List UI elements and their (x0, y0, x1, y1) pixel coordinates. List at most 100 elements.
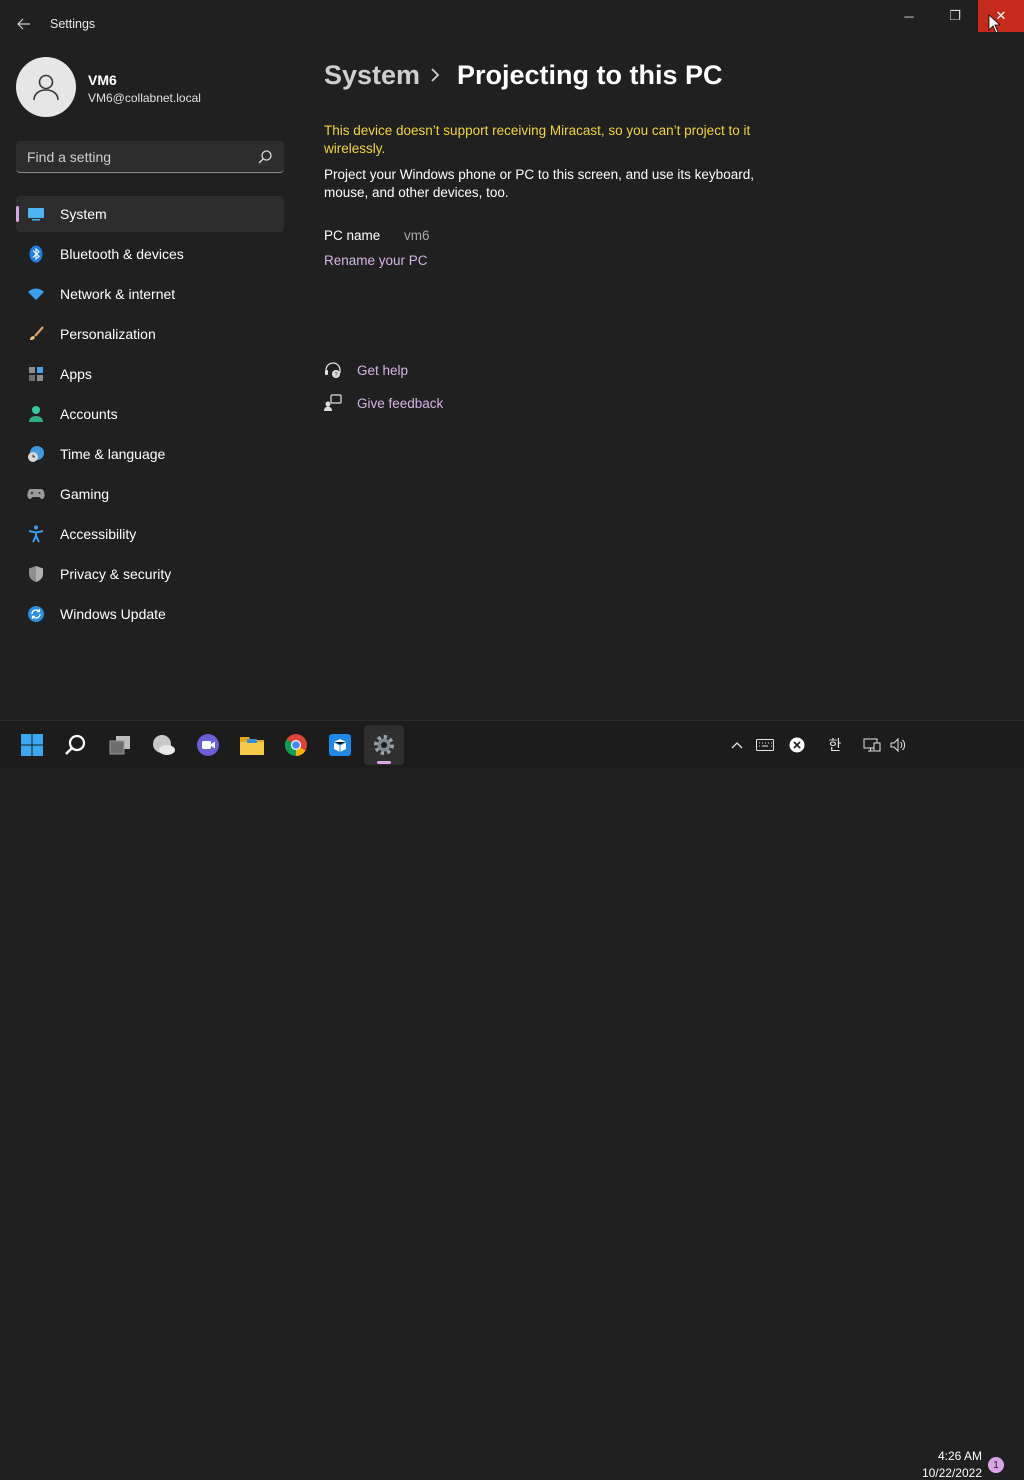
sidebar-item-label: Accessibility (60, 526, 137, 542)
keyboard-icon (756, 739, 774, 751)
network-icon (863, 738, 881, 752)
sidebar-item-label: Apps (60, 366, 92, 382)
get-help-label: Get help (357, 362, 409, 378)
chrome-icon (285, 734, 307, 756)
sidebar-item-label: Personalization (60, 326, 156, 342)
tray-error-button[interactable] (786, 733, 808, 757)
sidebar-item-privacy-security[interactable]: Privacy & security (16, 556, 284, 592)
widgets-button[interactable] (144, 725, 184, 765)
taskbar: 한 4:26 AM 10/22/2022 1 (0, 720, 1024, 1480)
accounts-icon (27, 405, 45, 423)
sidebar-nav: System Bluetooth & devices Network & int… (16, 196, 284, 636)
volume-button[interactable] (886, 733, 910, 757)
network-status-button[interactable] (860, 733, 884, 757)
search-icon[interactable] (257, 149, 273, 165)
chevron-up-icon (731, 742, 743, 749)
page-title: Projecting to this PC (457, 60, 723, 90)
file-explorer-button[interactable] (232, 725, 272, 765)
breadcrumb-system[interactable]: System (324, 60, 420, 91)
settings-window: Settings ─ ❐ ✕ VM6 VM6@collabnet.local F… (0, 0, 1024, 720)
search-box (16, 141, 284, 173)
taskbar-search-button[interactable] (56, 725, 96, 765)
minimize-button[interactable]: ─ (886, 0, 932, 32)
sidebar-item-apps[interactable]: Apps (16, 356, 284, 392)
gear-icon (374, 735, 394, 755)
give-feedback-label: Give feedback (357, 395, 444, 411)
pc-name-label: PC name (324, 228, 381, 243)
weather-widget-icon (153, 735, 175, 755)
error-circle-icon (789, 737, 805, 753)
chevron-right-icon (431, 68, 440, 82)
windows-update-icon (27, 605, 45, 623)
sidebar-item-label: Time & language (60, 446, 166, 462)
input-language-button[interactable]: 한 (824, 733, 846, 757)
sidebar-item-network[interactable]: Network & internet (16, 276, 284, 312)
maximize-button[interactable]: ❐ (932, 0, 978, 32)
back-button[interactable] (10, 12, 38, 36)
user-icon (33, 74, 59, 101)
accessibility-icon (27, 525, 45, 543)
chat-camera-icon (197, 734, 219, 756)
user-email: VM6@collabnet.local (88, 91, 201, 105)
back-arrow-icon (17, 18, 30, 30)
user-name: VM6 (88, 72, 117, 88)
close-button[interactable]: ✕ (978, 0, 1024, 32)
sidebar-item-system[interactable]: System (16, 196, 284, 232)
shield-icon (27, 565, 45, 583)
projection-description: Project your Windows phone or PC to this… (324, 167, 754, 200)
store-app-button[interactable] (320, 725, 360, 765)
notification-badge[interactable]: 1 (988, 1457, 1004, 1473)
sidebar-item-label: System (60, 206, 107, 222)
bluetooth-icon (27, 245, 45, 263)
avatar[interactable] (16, 57, 76, 117)
sidebar-item-personalization[interactable]: Personalization (16, 316, 284, 352)
search-input[interactable] (16, 141, 256, 172)
sidebar-item-windows-update[interactable]: Windows Update (16, 596, 284, 632)
sidebar-item-label: Network & internet (60, 286, 176, 302)
miracast-warning: This device doesn’t support receiving Mi… (324, 123, 751, 156)
input-language-label: 한 (828, 737, 842, 753)
teams-chat-button[interactable] (188, 725, 228, 765)
brush-icon (27, 325, 45, 343)
start-button[interactable] (12, 725, 52, 765)
help-icon: ? (325, 362, 341, 379)
sidebar-item-accessibility[interactable]: Accessibility (16, 516, 284, 552)
search-icon (65, 734, 86, 755)
pc-name-value: vm6 (404, 228, 430, 243)
restore-icon: ❐ (949, 8, 961, 23)
sidebar-item-accounts[interactable]: Accounts (16, 396, 284, 432)
taskbar-clock-time[interactable]: 4:26 AM (918, 1449, 982, 1463)
title-bar: Settings ─ ❐ ✕ (0, 0, 1024, 48)
apps-icon (27, 365, 45, 383)
time-language-icon (27, 445, 45, 463)
volume-icon (890, 737, 906, 753)
sidebar-item-label: Windows Update (60, 606, 166, 622)
store-box-icon (329, 734, 351, 756)
sidebar-item-label: Gaming (60, 486, 110, 502)
sidebar-item-time-language[interactable]: Time & language (16, 436, 284, 472)
sidebar-item-bluetooth[interactable]: Bluetooth & devices (16, 236, 284, 272)
rename-pc-link[interactable]: Rename your PC (324, 253, 428, 268)
touch-keyboard-button[interactable] (754, 733, 776, 757)
app-title: Settings (50, 17, 96, 31)
show-hidden-icons-button[interactable] (728, 733, 746, 757)
sidebar-item-label: Accounts (60, 406, 118, 422)
sidebar-item-label: Privacy & security (60, 566, 172, 582)
feedback-icon (324, 394, 342, 411)
chrome-button[interactable] (276, 725, 316, 765)
mouse-cursor-icon (988, 14, 1000, 34)
sidebar-item-gaming[interactable]: Gaming (16, 476, 284, 512)
windows-logo-icon (21, 734, 43, 756)
task-view-button[interactable] (100, 725, 140, 765)
give-feedback-link[interactable]: Give feedback (324, 392, 443, 414)
task-view-icon (109, 736, 130, 755)
wifi-icon (27, 285, 45, 303)
system-icon (27, 205, 45, 223)
folder-icon (240, 737, 264, 755)
get-help-link[interactable]: ? Get help (324, 359, 408, 381)
gaming-icon (27, 485, 45, 503)
taskbar-clock-date[interactable]: 10/22/2022 (918, 1466, 982, 1480)
minimize-icon: ─ (904, 8, 914, 24)
settings-taskbar-button[interactable] (364, 725, 404, 765)
sidebar-item-label: Bluetooth & devices (60, 246, 184, 262)
